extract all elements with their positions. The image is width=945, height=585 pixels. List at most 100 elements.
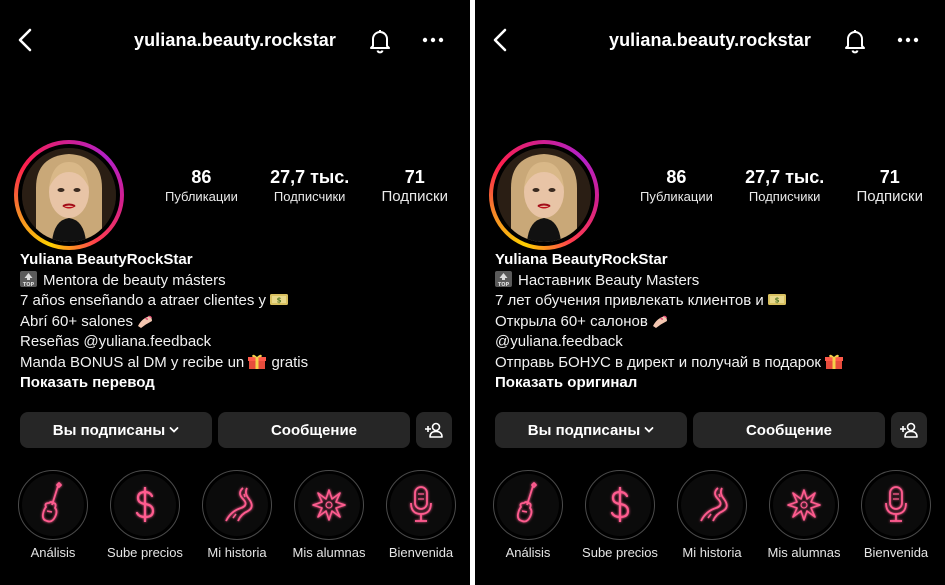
svg-text:TOP: TOP — [498, 282, 510, 287]
following-button[interactable]: Вы подписаны — [20, 412, 212, 448]
message-button[interactable]: Сообщение — [693, 412, 885, 448]
followers-label: Подписчики — [748, 189, 821, 204]
svg-text:$: $ — [774, 297, 779, 305]
suggested-users-button[interactable] — [416, 412, 452, 448]
story-highlights: Análisis Sube precios Mi historia Mis al… — [0, 470, 470, 570]
show-translation-link[interactable]: Показать перевод — [20, 373, 460, 394]
money-icon: $ — [270, 294, 288, 305]
highlight-label: Mis alumnas — [767, 545, 841, 560]
svg-text:$: $ — [277, 297, 282, 305]
money-icon: $ — [767, 294, 786, 305]
following-button-label: Вы подписаны — [52, 421, 166, 439]
more-dots-icon — [422, 37, 444, 43]
highlight-sube-precios[interactable]: Sube precios — [99, 470, 191, 560]
bio-line-4: Reseñas @yuliana.feedback — [20, 333, 212, 350]
notifications-button[interactable] — [841, 26, 869, 54]
following-count: 71 — [404, 167, 425, 187]
profile-username: yuliana.beauty.rockstar — [608, 30, 812, 50]
following-button-label: Вы подписаны — [527, 421, 641, 439]
highlight-analisis[interactable]: Análisis — [7, 470, 99, 560]
notifications-button[interactable] — [366, 26, 394, 54]
guitar-icon — [516, 482, 537, 523]
microphone-icon — [885, 486, 907, 522]
suggested-users-button[interactable] — [891, 412, 927, 448]
nail-polish-icon — [138, 315, 152, 328]
following-count: 71 — [879, 167, 900, 187]
followers-stat[interactable]: 27,7 тыс. Подписчики — [270, 166, 349, 206]
highlight-bienvenida[interactable]: Bienvenida — [850, 470, 942, 560]
gift-icon — [824, 354, 843, 369]
posts-label: Публикации — [640, 189, 713, 204]
following-label: Подписки — [381, 188, 448, 205]
highlight-label: Mis alumnas — [292, 545, 366, 560]
highlight-label: Mi historia — [682, 545, 742, 560]
highlight-label: Bienvenida — [863, 545, 929, 560]
avatar — [22, 148, 116, 242]
highlight-label: Sube precios — [582, 545, 658, 560]
highlight-label: Mi historia — [207, 545, 267, 560]
dollar-icon — [135, 487, 155, 522]
message-button-label: Сообщение — [270, 421, 358, 439]
followers-count: 27,7 тыс. — [745, 167, 825, 187]
profile-actions: Вы подписаны Сообщение — [495, 412, 927, 448]
bio-line-2: 7 лет обучения привлекать клиентов и — [495, 292, 764, 309]
highlight-label: Análisis — [505, 545, 551, 560]
profile-actions: Вы подписаны Сообщение — [20, 412, 452, 448]
followers-stat[interactable]: 27,7 тыс. Подписчики — [745, 166, 824, 206]
posts-stat[interactable]: 86 Публикации — [165, 166, 238, 206]
guitar-icon — [41, 482, 62, 523]
posts-stat[interactable]: 86 Публикации — [640, 166, 713, 206]
highlight-mi-historia[interactable]: Mi historia — [191, 470, 283, 560]
profile-bio: Yuliana BeautyRockStar TOP Наставник Beau… — [495, 250, 935, 394]
bio-line-5-end: gratis — [271, 353, 309, 371]
message-button-label: Сообщение — [745, 421, 833, 439]
bio-line-4: @yuliana.feedback — [495, 333, 623, 350]
dollar-icon — [610, 487, 630, 522]
following-stat[interactable]: 71 Подписки — [381, 166, 448, 206]
posts-label: Публикации — [165, 189, 238, 204]
top-bar: yuliana.beauty.rockstar — [0, 20, 470, 60]
bell-icon — [370, 30, 390, 54]
highlight-analisis[interactable]: Análisis — [482, 470, 574, 560]
top-badge-icon: TOP — [20, 270, 37, 287]
following-label: Подписки — [856, 188, 923, 205]
profile-username: yuliana.beauty.rockstar — [133, 30, 337, 50]
profile-avatar-ring[interactable] — [14, 140, 124, 250]
highlight-bienvenida[interactable]: Bienvenida — [375, 470, 467, 560]
following-button[interactable]: Вы подписаны — [495, 412, 687, 448]
add-user-icon — [425, 422, 443, 438]
highlight-mi-historia[interactable]: Mi historia — [666, 470, 758, 560]
highlight-sube-precios[interactable]: Sube precios — [574, 470, 666, 560]
followers-count: 27,7 тыс. — [270, 167, 350, 187]
road-icon — [700, 487, 728, 522]
more-options-button[interactable] — [895, 26, 921, 54]
profile-bio: Yuliana BeautyRockStar TOP Mentora de bea… — [20, 250, 460, 394]
show-original-link[interactable]: Показать оригинал — [495, 373, 935, 394]
top-badge-icon: TOP — [495, 270, 512, 287]
profile-panel-translated: yuliana.beauty.rockstar 86 Публикации 27… — [475, 0, 945, 585]
microphone-icon — [410, 486, 432, 522]
profile-avatar-ring[interactable] — [489, 140, 599, 250]
nail-polish-icon — [652, 315, 667, 328]
more-options-button[interactable] — [420, 26, 446, 54]
profile-stats: 86 Публикации 27,7 тыс. Подписчики 71 По… — [640, 166, 923, 206]
posts-count: 86 — [666, 167, 687, 187]
top-bar: yuliana.beauty.rockstar — [475, 20, 945, 60]
svg-text:TOP: TOP — [23, 282, 35, 287]
message-button[interactable]: Сообщение — [218, 412, 410, 448]
highlight-mis-alumnas[interactable]: Mis alumnas — [283, 470, 375, 560]
bio-line-5: Manda BONUS al DM y recibe un — [20, 353, 245, 371]
avatar — [497, 148, 591, 242]
following-stat[interactable]: 71 Подписки — [856, 166, 923, 206]
bell-icon — [845, 30, 865, 54]
highlight-label: Análisis — [30, 545, 76, 560]
chevron-down-icon — [644, 427, 654, 433]
profile-panel-original: yuliana.beauty.rockstar 86 Публикации 27… — [0, 0, 470, 585]
starburst-icon — [787, 489, 821, 521]
road-icon — [225, 487, 253, 522]
add-user-icon — [900, 422, 918, 438]
highlight-mis-alumnas[interactable]: Mis alumnas — [758, 470, 850, 560]
highlight-label: Bienvenida — [388, 545, 454, 560]
followers-label: Подписчики — [273, 189, 346, 204]
profile-name: Yuliana BeautyRockStar — [20, 251, 193, 268]
